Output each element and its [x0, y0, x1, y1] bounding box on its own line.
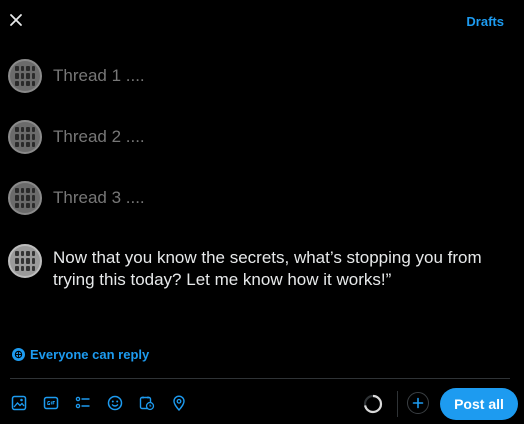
thread-item-2[interactable]: Thread 2 .... [8, 120, 145, 154]
globe-icon [12, 348, 25, 361]
character-count-ring [363, 394, 383, 414]
toolbar-divider [397, 391, 398, 417]
post-text-input[interactable]: Now that you know the secrets, what’s st… [53, 247, 513, 291]
gif-button[interactable] [40, 392, 62, 414]
divider [10, 378, 510, 379]
thread-item-3[interactable]: Thread 3 .... [8, 181, 145, 215]
avatar [8, 59, 42, 93]
image-icon [11, 395, 27, 411]
poll-icon [75, 396, 90, 409]
avatar [8, 120, 42, 154]
reply-setting-button[interactable]: Everyone can reply [12, 347, 149, 362]
gif-icon [43, 396, 59, 410]
schedule-button[interactable] [136, 392, 158, 414]
thread-item-1[interactable]: Thread 1 .... [8, 59, 145, 93]
close-icon [10, 14, 22, 26]
image-button[interactable] [8, 392, 30, 414]
location-button[interactable] [168, 392, 190, 414]
thread-item-final[interactable]: Now that you know the secrets, what’s st… [8, 244, 513, 291]
thread-text[interactable]: Thread 3 .... [53, 188, 145, 208]
reply-setting-label: Everyone can reply [30, 347, 150, 362]
thread-text[interactable]: Thread 2 .... [53, 127, 145, 147]
thread-text[interactable]: Thread 1 .... [53, 66, 145, 86]
avatar [8, 181, 42, 215]
emoji-button[interactable] [104, 392, 126, 414]
composer-toolbar [8, 392, 200, 414]
composer-header: Drafts [0, 0, 524, 40]
schedule-icon [139, 396, 155, 411]
location-icon [173, 395, 185, 411]
drafts-link[interactable]: Drafts [466, 14, 504, 29]
emoji-icon [107, 395, 123, 411]
avatar [8, 244, 42, 278]
poll-button[interactable] [72, 392, 94, 414]
plus-icon [412, 397, 424, 409]
add-post-button[interactable] [407, 392, 429, 414]
post-all-button[interactable]: Post all [440, 388, 518, 420]
close-button[interactable] [6, 10, 26, 30]
